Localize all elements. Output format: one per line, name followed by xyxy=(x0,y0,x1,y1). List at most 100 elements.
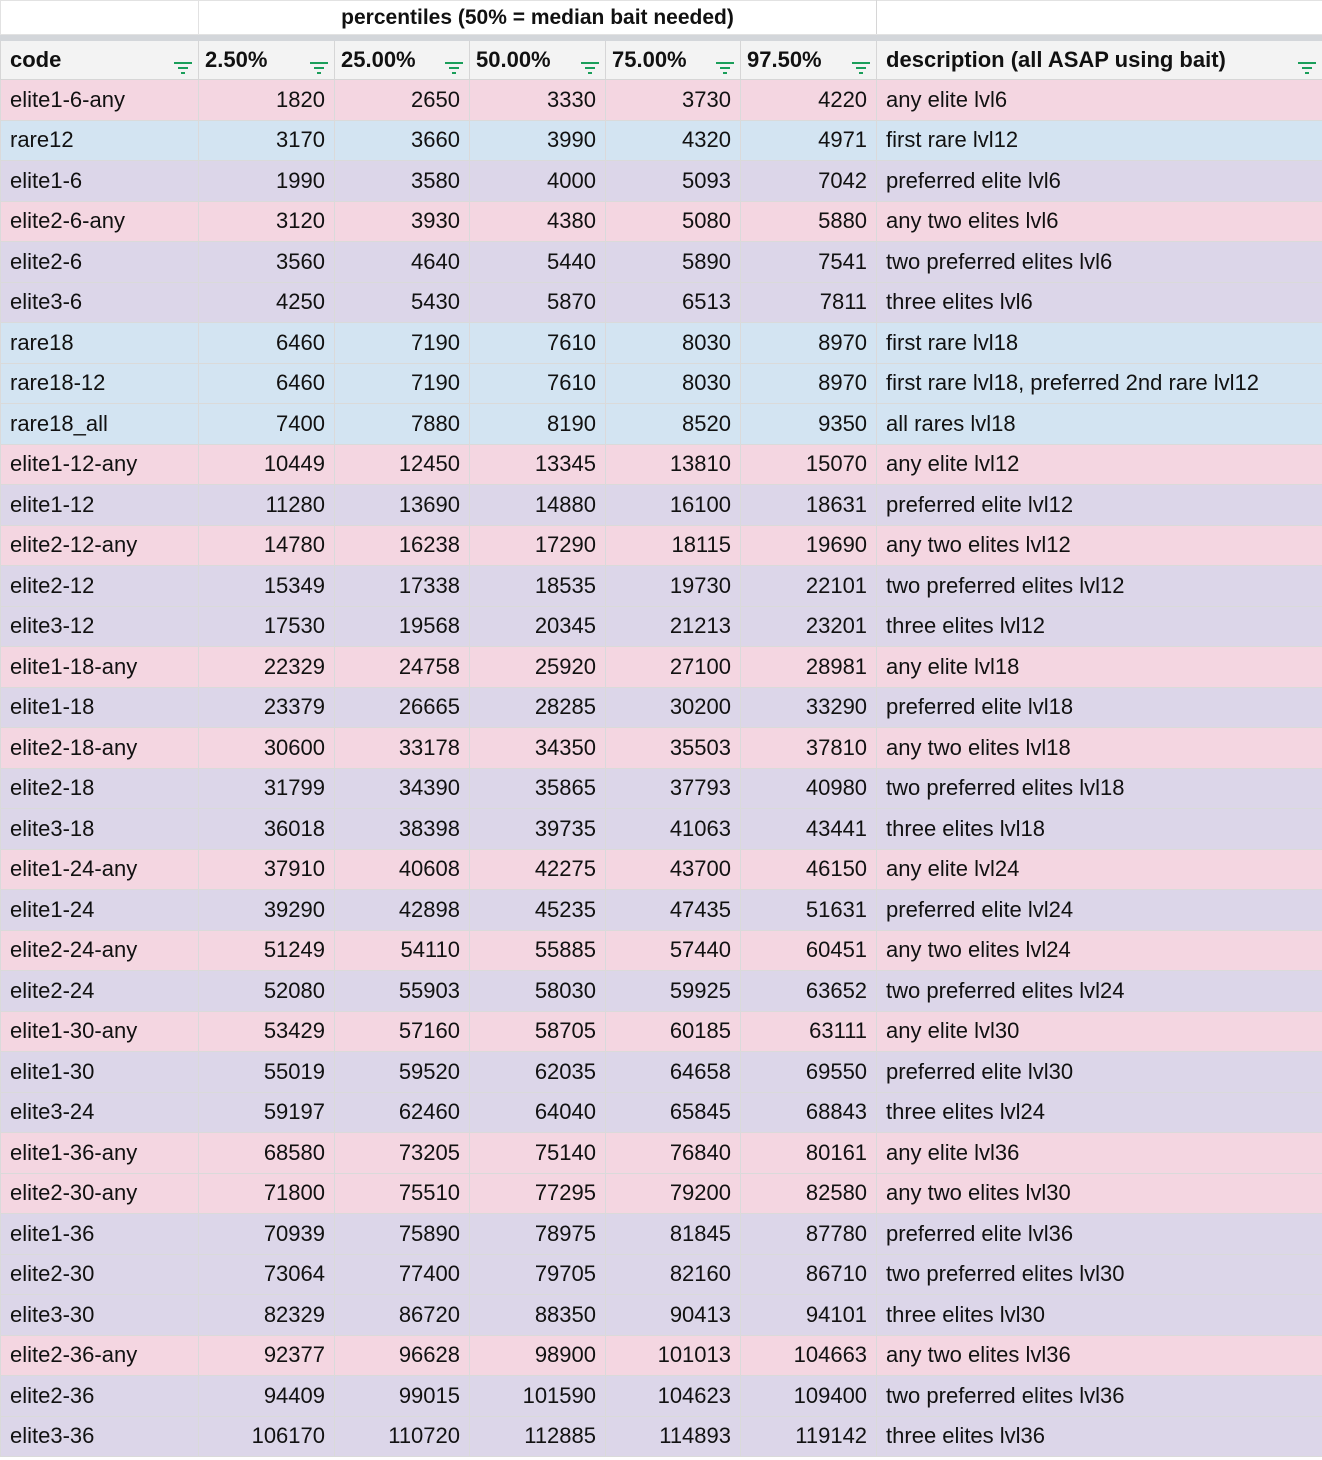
code-cell[interactable]: elite1-12 xyxy=(0,484,199,526)
p2-5-cell[interactable]: 3170 xyxy=(198,119,335,161)
description-cell[interactable]: two preferred elites lvl18 xyxy=(876,767,1322,809)
p2-5-cell[interactable]: 51249 xyxy=(198,929,335,971)
p97-5-cell[interactable]: 23201 xyxy=(739,605,878,647)
p97-5-cell[interactable]: 15070 xyxy=(739,443,878,485)
description-cell[interactable]: any two elites lvl36 xyxy=(876,1334,1322,1376)
p2-5-cell[interactable]: 3560 xyxy=(198,241,335,283)
p75-cell[interactable]: 4320 xyxy=(605,119,741,161)
p97-5-cell[interactable]: 109400 xyxy=(739,1375,878,1417)
header-p97-5[interactable]: 97.50% xyxy=(739,40,878,80)
p97-5-cell[interactable]: 19690 xyxy=(739,524,878,566)
p97-5-cell[interactable]: 63652 xyxy=(739,970,878,1012)
p2-5-cell[interactable]: 15349 xyxy=(198,565,335,607)
p97-5-cell[interactable]: 51631 xyxy=(739,889,878,931)
p75-cell[interactable]: 6513 xyxy=(605,281,741,323)
description-cell[interactable]: two preferred elites lvl30 xyxy=(876,1253,1322,1295)
p75-cell[interactable]: 47435 xyxy=(605,889,741,931)
p50-cell[interactable]: 55885 xyxy=(469,929,606,971)
p97-5-cell[interactable]: 86710 xyxy=(739,1253,878,1295)
filter-icon[interactable] xyxy=(174,54,192,74)
p25-cell[interactable]: 3930 xyxy=(334,200,470,242)
p2-5-cell[interactable]: 68580 xyxy=(198,1132,335,1174)
p97-5-cell[interactable]: 63111 xyxy=(739,1010,878,1052)
p50-cell[interactable]: 4380 xyxy=(469,200,606,242)
p75-cell[interactable]: 59925 xyxy=(605,970,741,1012)
p2-5-cell[interactable]: 59197 xyxy=(198,1091,335,1133)
p2-5-cell[interactable]: 30600 xyxy=(198,727,335,769)
p75-cell[interactable]: 18115 xyxy=(605,524,741,566)
description-cell[interactable]: three elites lvl30 xyxy=(876,1294,1322,1336)
header-p25[interactable]: 25.00% xyxy=(334,40,470,80)
p2-5-cell[interactable]: 7400 xyxy=(198,403,335,445)
p50-cell[interactable]: 35865 xyxy=(469,767,606,809)
p75-cell[interactable]: 5890 xyxy=(605,241,741,283)
p50-cell[interactable]: 8190 xyxy=(469,403,606,445)
p50-cell[interactable]: 20345 xyxy=(469,605,606,647)
p97-5-cell[interactable]: 80161 xyxy=(739,1132,878,1174)
description-cell[interactable]: any elite lvl30 xyxy=(876,1010,1322,1052)
code-cell[interactable]: rare18-12 xyxy=(0,362,199,404)
filter-icon[interactable] xyxy=(716,54,734,74)
p97-5-cell[interactable]: 7811 xyxy=(739,281,878,323)
p97-5-cell[interactable]: 18631 xyxy=(739,484,878,526)
p97-5-cell[interactable]: 43441 xyxy=(739,808,878,850)
p25-cell[interactable]: 13690 xyxy=(334,484,470,526)
p25-cell[interactable]: 42898 xyxy=(334,889,470,931)
p25-cell[interactable]: 54110 xyxy=(334,929,470,971)
description-cell[interactable]: preferred elite lvl12 xyxy=(876,484,1322,526)
description-cell[interactable]: any two elites lvl30 xyxy=(876,1172,1322,1214)
p50-cell[interactable]: 98900 xyxy=(469,1334,606,1376)
p50-cell[interactable]: 88350 xyxy=(469,1294,606,1336)
code-cell[interactable]: elite1-30 xyxy=(0,1051,199,1093)
code-cell[interactable]: elite2-36-any xyxy=(0,1334,199,1376)
p50-cell[interactable]: 5870 xyxy=(469,281,606,323)
code-cell[interactable]: elite2-6 xyxy=(0,241,199,283)
p25-cell[interactable]: 7190 xyxy=(334,322,470,364)
p50-cell[interactable]: 58705 xyxy=(469,1010,606,1052)
code-cell[interactable]: elite3-24 xyxy=(0,1091,199,1133)
p75-cell[interactable]: 5093 xyxy=(605,160,741,202)
description-cell[interactable]: any elite lvl36 xyxy=(876,1132,1322,1174)
p75-cell[interactable]: 30200 xyxy=(605,686,741,728)
p2-5-cell[interactable]: 23379 xyxy=(198,686,335,728)
p50-cell[interactable]: 18535 xyxy=(469,565,606,607)
description-cell[interactable]: two preferred elites lvl24 xyxy=(876,970,1322,1012)
p25-cell[interactable]: 4640 xyxy=(334,241,470,283)
description-cell[interactable]: two preferred elites lvl36 xyxy=(876,1375,1322,1417)
p25-cell[interactable]: 7190 xyxy=(334,362,470,404)
p2-5-cell[interactable]: 94409 xyxy=(198,1375,335,1417)
p75-cell[interactable]: 81845 xyxy=(605,1213,741,1255)
p97-5-cell[interactable]: 7541 xyxy=(739,241,878,283)
code-cell[interactable]: elite3-12 xyxy=(0,605,199,647)
p25-cell[interactable]: 19568 xyxy=(334,605,470,647)
code-cell[interactable]: elite1-24-any xyxy=(0,848,199,890)
p25-cell[interactable]: 86720 xyxy=(334,1294,470,1336)
p2-5-cell[interactable]: 4250 xyxy=(198,281,335,323)
p50-cell[interactable]: 5440 xyxy=(469,241,606,283)
p2-5-cell[interactable]: 10449 xyxy=(198,443,335,485)
p2-5-cell[interactable]: 70939 xyxy=(198,1213,335,1255)
code-cell[interactable]: elite3-30 xyxy=(0,1294,199,1336)
code-cell[interactable]: elite1-36 xyxy=(0,1213,199,1255)
p25-cell[interactable]: 34390 xyxy=(334,767,470,809)
percentiles-title[interactable]: percentiles (50% = median bait needed) xyxy=(197,0,878,35)
p75-cell[interactable]: 101013 xyxy=(605,1334,741,1376)
p2-5-cell[interactable]: 11280 xyxy=(198,484,335,526)
p97-5-cell[interactable]: 8970 xyxy=(739,362,878,404)
empty-cell[interactable] xyxy=(876,0,1322,35)
p25-cell[interactable]: 38398 xyxy=(334,808,470,850)
filter-icon[interactable] xyxy=(445,54,463,74)
p2-5-cell[interactable]: 6460 xyxy=(198,322,335,364)
description-cell[interactable]: any two elites lvl18 xyxy=(876,727,1322,769)
p50-cell[interactable]: 25920 xyxy=(469,646,606,688)
p50-cell[interactable]: 4000 xyxy=(469,160,606,202)
p25-cell[interactable]: 16238 xyxy=(334,524,470,566)
p2-5-cell[interactable]: 92377 xyxy=(198,1334,335,1376)
p75-cell[interactable]: 64658 xyxy=(605,1051,741,1093)
p97-5-cell[interactable]: 119142 xyxy=(739,1415,878,1457)
p25-cell[interactable]: 75510 xyxy=(334,1172,470,1214)
p50-cell[interactable]: 112885 xyxy=(469,1415,606,1457)
p2-5-cell[interactable]: 36018 xyxy=(198,808,335,850)
p2-5-cell[interactable]: 53429 xyxy=(198,1010,335,1052)
p2-5-cell[interactable]: 39290 xyxy=(198,889,335,931)
